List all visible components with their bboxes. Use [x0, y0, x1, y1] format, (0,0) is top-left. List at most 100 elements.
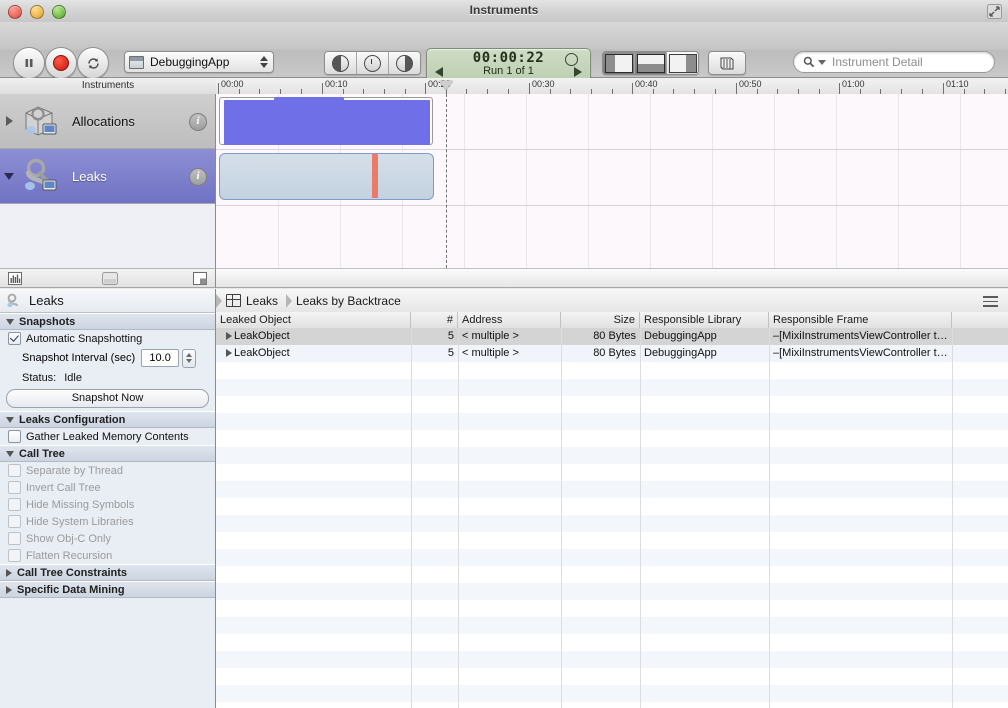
column-separator: [640, 328, 641, 345]
column-separator: [640, 481, 641, 498]
leak-marker[interactable]: [372, 154, 378, 198]
range-start-button[interactable]: [325, 52, 357, 74]
checkbox-label: Flatten Recursion: [26, 549, 113, 562]
table-row[interactable]: LeakObject 5 < multiple > 80 Bytes Debugging…: [216, 328, 1008, 345]
column-header-address[interactable]: Address: [458, 312, 561, 328]
column-separator: [769, 617, 770, 634]
instrument-row-allocations[interactable]: Allocations i: [0, 94, 215, 149]
pause-button[interactable]: [13, 47, 45, 79]
checkbox-flatten-recursion[interactable]: [8, 549, 21, 562]
column-separator: [561, 447, 562, 464]
column-header-count[interactable]: #: [411, 312, 458, 328]
checkbox-gather-leaked-memory-contents[interactable]: [8, 430, 21, 443]
section-header-call-tree[interactable]: Call Tree: [0, 445, 215, 462]
column-separator: [411, 430, 412, 447]
library-button[interactable]: [708, 51, 746, 75]
column-separator: [411, 617, 412, 634]
table-row-empty: [216, 362, 1008, 379]
checkbox-separate-by-thread[interactable]: [8, 464, 21, 477]
view-bottom-button[interactable]: [635, 52, 667, 74]
breadcrumb-item-leaks-by-backtrace[interactable]: Leaks by Backtrace: [292, 289, 409, 312]
record-button[interactable]: [45, 47, 77, 79]
column-separator: [561, 481, 562, 498]
disclosure-allocations[interactable]: [0, 116, 18, 126]
checkbox-row-separate-by-thread[interactable]: Separate by Thread: [0, 462, 215, 479]
instrument-row-leaks[interactable]: Leaks i: [0, 149, 215, 204]
section-header-snapshots[interactable]: Snapshots: [0, 313, 215, 330]
loop-button[interactable]: [77, 47, 109, 79]
info-button-allocations[interactable]: i: [189, 113, 207, 131]
chevron-down-icon[interactable]: [818, 59, 826, 65]
column-separator: [561, 515, 562, 532]
snapshot-interval-stepper[interactable]: [182, 348, 197, 368]
view-right-button[interactable]: [667, 52, 698, 74]
checkbox-row-gather-leaked-memory[interactable]: Gather Leaked Memory Contents: [0, 428, 215, 445]
checkbox-show-objc-only[interactable]: [8, 532, 21, 545]
track-leaks[interactable]: [216, 150, 1008, 206]
column-separator: [411, 413, 412, 430]
column-separator: [952, 651, 953, 668]
checkbox-row-hide-system-libraries[interactable]: Hide System Libraries: [0, 513, 215, 530]
view-segments[interactable]: [602, 51, 699, 75]
column-header-leaked-object[interactable]: Leaked Object: [216, 312, 411, 328]
checkbox-row-flatten-recursion[interactable]: Flatten Recursion: [0, 547, 215, 564]
column-header-size[interactable]: Size: [561, 312, 640, 328]
column-separator: [561, 702, 562, 708]
checkbox-automatic-snapshotting[interactable]: [8, 332, 21, 345]
column-separator: [952, 498, 953, 515]
fullscreen-arrows-icon[interactable]: [987, 4, 1002, 19]
inspection-range-segments[interactable]: [324, 51, 421, 75]
library-icon: [720, 57, 734, 69]
search-input[interactable]: Instrument Detail: [793, 51, 995, 73]
leaks-table[interactable]: LeakObject 5 < multiple > 80 Bytes Debugging…: [216, 328, 1008, 708]
info-button-leaks[interactable]: i: [189, 168, 207, 186]
breadcrumb-label: Leaks: [246, 293, 279, 308]
target-popup[interactable]: DebuggingApp: [124, 51, 274, 73]
playhead-marker[interactable]: [439, 81, 453, 90]
histogram-icon[interactable]: [8, 272, 22, 288]
column-separator: [952, 430, 953, 447]
snapshot-now-button[interactable]: Snapshot Now: [6, 389, 209, 408]
table-row-empty: [216, 515, 1008, 532]
range-end-button[interactable]: [389, 52, 420, 74]
column-separator: [640, 345, 641, 362]
checkbox-row-invert-call-tree[interactable]: Invert Call Tree: [0, 479, 215, 496]
checkbox-hide-missing-symbols[interactable]: [8, 498, 21, 511]
ruler-label: 00:40: [635, 79, 658, 89]
column-separator: [769, 498, 770, 515]
snapshot-interval-input[interactable]: 10.0: [141, 349, 180, 367]
checkbox-row-automatic-snapshotting[interactable]: Automatic Snapshotting: [0, 330, 215, 347]
view-left-button[interactable]: [603, 52, 635, 74]
column-separator: [458, 413, 459, 430]
resize-pane-icon[interactable]: [102, 272, 118, 288]
next-run-icon[interactable]: [574, 67, 582, 77]
section-header-specific-data-mining[interactable]: Specific Data Mining: [0, 581, 215, 598]
checkbox-row-hide-missing-symbols[interactable]: Hide Missing Symbols: [0, 496, 215, 513]
range-clear-button[interactable]: [357, 52, 389, 74]
snapshot-interval-row: Snapshot Interval (sec) 10.0: [0, 347, 215, 369]
checkbox-hide-system-libraries[interactable]: [8, 515, 21, 528]
column-separator: [458, 668, 459, 685]
track-allocations[interactable]: [216, 94, 1008, 150]
disclosure-leaks[interactable]: [0, 172, 18, 180]
column-separator: [640, 515, 641, 532]
timeline-ruler[interactable]: 00:00 00:10 00:20 00:30 00:40 00:50 01:00 01:10: [216, 78, 1008, 95]
column-header-responsible-frame[interactable]: Responsible Frame: [769, 312, 952, 328]
column-separator: [640, 464, 641, 481]
checkbox-invert-call-tree[interactable]: [8, 481, 21, 494]
section-header-call-tree-constraints[interactable]: Call Tree Constraints: [0, 564, 215, 581]
cell-size: 80 Bytes: [593, 330, 636, 342]
run-timer[interactable]: 00:00:22 Run 1 of 1: [426, 48, 591, 82]
checkbox-row-show-objc-only[interactable]: Show Obj-C Only: [0, 530, 215, 547]
column-separator: [458, 651, 459, 668]
table-row[interactable]: LeakObject 5 < multiple > 80 Bytes Debugging…: [216, 345, 1008, 362]
list-options-icon[interactable]: [983, 296, 998, 310]
breadcrumb-item-leaks[interactable]: Leaks: [222, 289, 286, 312]
column-separator: [458, 345, 459, 362]
section-header-leaks-configuration[interactable]: Leaks Configuration: [0, 411, 215, 428]
table-row-empty: [216, 702, 1008, 708]
timeline-tracks[interactable]: [216, 94, 1008, 268]
detail-pane-icon[interactable]: [193, 272, 207, 288]
search-placeholder: Instrument Detail: [832, 55, 923, 69]
column-header-responsible-library[interactable]: Responsible Library: [640, 312, 769, 328]
